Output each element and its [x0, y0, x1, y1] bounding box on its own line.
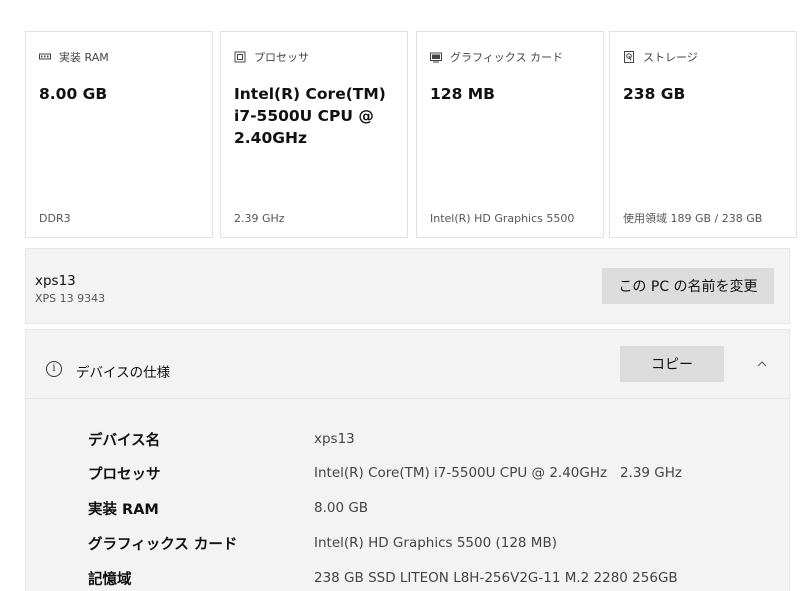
processor-icon — [234, 51, 246, 63]
spec-label: 記憶域 — [88, 571, 132, 588]
spec-row-storage: 記憶域 238 GB SSD LITEON L8H-256V2G-11 M.2 … — [88, 567, 678, 589]
spec-label: 実装 RAM — [88, 501, 159, 518]
card-label: 実装 RAM — [59, 51, 109, 64]
spec-label: デバイス名 — [88, 432, 161, 449]
spec-value: 8.00 GB — [314, 500, 369, 516]
card-value: Intel(R) Core(TM) i7-5500U CPU @ 2.40GHz — [234, 85, 386, 147]
spec-row-device-name: デバイス名 xps13 — [88, 428, 355, 450]
card-value: 238 GB — [623, 85, 686, 103]
ram-card: 実装 RAM 8.00 GB DDR3 — [25, 31, 213, 238]
pc-name: xps13 — [35, 273, 76, 289]
graphics-card: グラフィックス カード 128 MB Intel(R) HD Graphics … — [416, 31, 604, 238]
pc-name-panel: xps13 XPS 13 9343 この PC の名前を変更 — [25, 248, 790, 324]
ram-icon — [39, 53, 51, 60]
card-label: プロセッサ — [254, 51, 309, 64]
rename-pc-button[interactable]: この PC の名前を変更 — [602, 268, 774, 304]
spec-label: プロセッサ — [88, 466, 161, 483]
pc-model: XPS 13 9343 — [35, 292, 106, 305]
spec-value: Intel(R) Core(TM) i7-5500U CPU @ 2.40GHz… — [314, 465, 683, 481]
processor-card: プロセッサ Intel(R) Core(TM) i7-5500U CPU @ 2… — [220, 31, 408, 238]
card-subtext: 使用領域 189 GB / 238 GB — [623, 212, 763, 225]
card-value: 128 MB — [430, 85, 495, 103]
copy-button[interactable]: コピー — [620, 346, 724, 382]
card-label: ストレージ — [643, 51, 698, 64]
spec-label: グラフィックス カード — [88, 536, 238, 553]
card-subtext: 2.39 GHz — [234, 212, 285, 225]
card-subtext: DDR3 — [39, 212, 71, 225]
device-specs-title: デバイスの仕様 — [76, 365, 171, 381]
spec-value: 238 GB SSD LITEON L8H-256V2G-11 M.2 2280… — [314, 570, 678, 586]
card-subtext: Intel(R) HD Graphics 5500 — [430, 212, 575, 225]
spec-value: xps13 — [314, 431, 355, 447]
spec-row-ram: 実装 RAM 8.00 GB — [88, 497, 368, 519]
device-specs-header[interactable]: i デバイスの仕様 コピー — [26, 330, 789, 399]
spec-value: Intel(R) HD Graphics 5500 (128 MB) — [314, 535, 557, 551]
chevron-up-icon[interactable] — [757, 359, 767, 369]
spec-row-graphics: グラフィックス カード Intel(R) HD Graphics 5500 (1… — [88, 532, 557, 554]
info-icon: i — [46, 361, 62, 377]
card-label: グラフィックス カード — [450, 51, 563, 64]
card-value: 8.00 GB — [39, 85, 108, 103]
spec-row-processor: プロセッサ Intel(R) Core(TM) i7-5500U CPU @ 2… — [88, 462, 682, 484]
graphics-card-icon — [430, 52, 442, 63]
device-specs-panel: i デバイスの仕様 コピー デバイス名 xps13 プロセッサ Intel(R)… — [25, 329, 790, 591]
storage-icon — [624, 51, 634, 63]
storage-card: ストレージ 238 GB 使用領域 189 GB / 238 GB — [609, 31, 797, 238]
